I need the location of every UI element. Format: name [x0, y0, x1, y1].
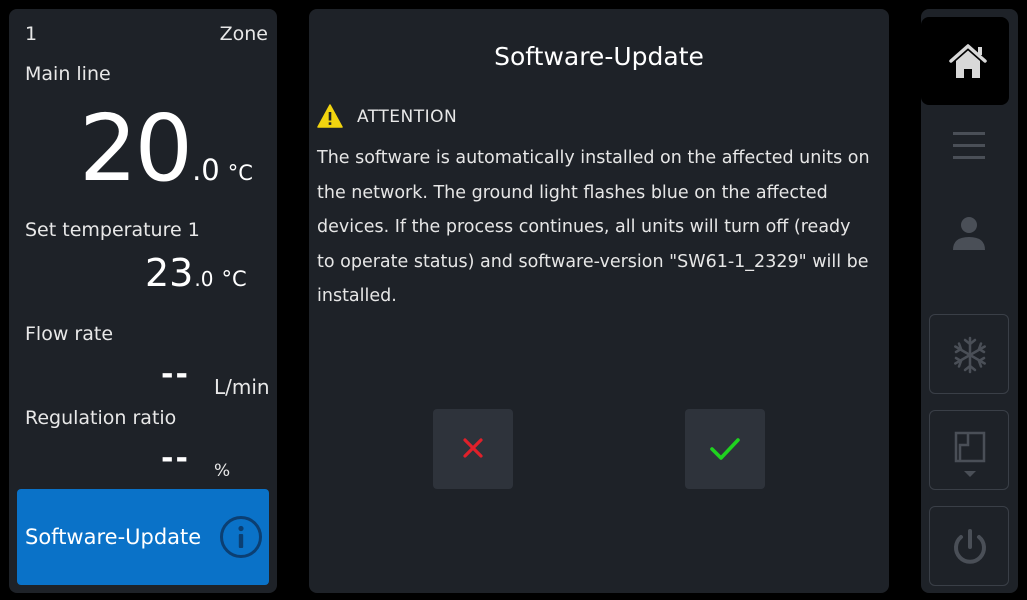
zone-panel: 1 Zone Main line 20.0 °C Set temperature … — [9, 9, 277, 593]
dialog-message: The software is automatically installed … — [317, 148, 870, 307]
check-icon — [710, 438, 740, 460]
home-icon — [949, 44, 987, 78]
nav-power[interactable] — [929, 506, 1009, 586]
set-temperature-label: Set temperature 1 — [25, 219, 200, 241]
menu-icon — [953, 132, 985, 159]
snowflake-icon — [954, 336, 986, 374]
flow-rate-value: -- — [161, 357, 190, 392]
close-icon — [463, 438, 483, 458]
regulation-ratio-label: Regulation ratio — [25, 407, 177, 429]
dialog-title: Software-Update — [494, 42, 704, 71]
set-temp-integer: 23 — [145, 251, 194, 295]
software-update-button-label: Software-Update — [25, 525, 202, 549]
flow-rate-unit: L/min — [214, 375, 270, 399]
nav-user[interactable] — [929, 195, 1009, 275]
main-temp-integer: 20 — [79, 95, 193, 202]
nav-menu[interactable] — [929, 105, 1009, 185]
power-icon — [954, 529, 986, 564]
nav-door[interactable] — [929, 410, 1009, 490]
main-temp-decimal: .0 — [192, 153, 220, 187]
set-temp-unit: °C — [221, 267, 247, 291]
main-line-label: Main line — [25, 63, 111, 85]
confirm-button[interactable] — [685, 409, 765, 489]
main-temp-unit: °C — [227, 161, 253, 185]
software-update-button[interactable]: Software-Update — [17, 489, 269, 585]
user-icon — [953, 217, 985, 250]
attention-label: ATTENTION — [357, 107, 458, 127]
info-icon — [220, 516, 262, 558]
set-temperature: 23.0 °C — [145, 251, 247, 295]
regulation-ratio-unit: % — [214, 461, 231, 481]
door-icon — [954, 431, 986, 477]
flow-rate-label: Flow rate — [25, 323, 114, 345]
main-line-temperature: 20.0 °C — [79, 95, 253, 202]
cancel-button[interactable] — [433, 409, 513, 489]
zone-number: 1 — [25, 23, 38, 45]
zone-label: Zone — [219, 23, 268, 45]
navigation-bar — [921, 9, 1018, 593]
nav-home[interactable] — [921, 17, 1009, 105]
set-temp-decimal: .0 — [194, 267, 214, 291]
warning-icon — [317, 104, 343, 128]
regulation-ratio-value: -- — [161, 441, 190, 476]
software-update-dialog: Software-Update ATTENTION The software i… — [309, 9, 889, 593]
nav-cooling[interactable] — [929, 314, 1009, 394]
